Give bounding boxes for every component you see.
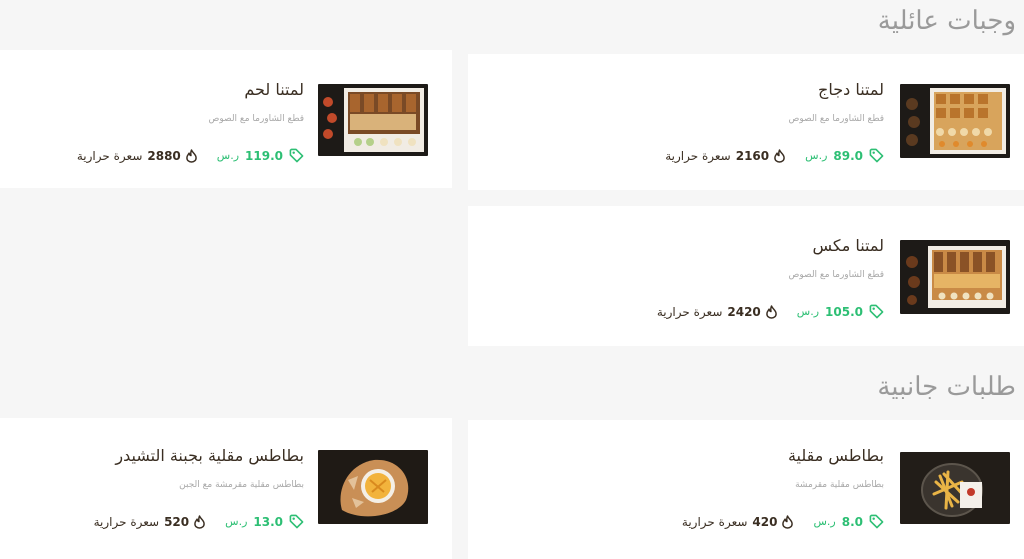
section-title-side-orders: طلبات جانبية <box>877 372 1016 402</box>
calories-group: 2420 سعرة حرارية <box>657 305 777 319</box>
calories-group: 420 سعرة حرارية <box>682 515 794 529</box>
item-price: 8.0 <box>841 514 863 529</box>
section-title-family-meals: وجبات عائلية <box>877 6 1016 36</box>
flame-icon <box>782 514 794 529</box>
item-meta: 105.0 ر.س 2420 سعرة حرارية <box>657 304 884 319</box>
currency-label: ر.س <box>813 515 836 528</box>
price-tag-icon <box>869 514 884 529</box>
calories-group: 2160 سعرة حرارية <box>665 149 785 163</box>
item-meta: 13.0 ر.س 520 سعرة حرارية <box>94 514 304 529</box>
price-group: 89.0 ر.س <box>805 148 884 163</box>
item-description: قطع الشاورما مع الصوص <box>208 114 304 124</box>
currency-label: ر.س <box>225 515 248 528</box>
flame-icon <box>194 514 205 529</box>
item-description: قطع الشاورما مع الصوص <box>788 270 884 280</box>
item-calories: 2160 <box>735 148 770 163</box>
menu-item-card[interactable]: بطاطس مقلية بجبنة التشيدر بطاطس مقلية مق… <box>0 418 452 559</box>
item-price: 89.0 <box>833 148 863 163</box>
flame-icon <box>765 304 777 319</box>
price-tag-icon <box>869 148 884 163</box>
item-description: بطاطس مقلية مقرمشة <box>795 480 884 490</box>
item-name: لمتنا مكس <box>812 236 884 255</box>
item-name: بطاطس مقلية بجبنة التشيدر <box>115 446 304 465</box>
item-description: بطاطس مقلية مقرمشة مع الجبن <box>179 480 304 490</box>
item-image <box>318 84 428 156</box>
price-group: 13.0 ر.س <box>225 514 304 529</box>
flame-icon <box>774 148 785 163</box>
price-group: 105.0 ر.س <box>797 304 884 319</box>
flame-icon <box>185 148 197 163</box>
menu-item-card[interactable]: لمتنا لحم قطع الشاورما مع الصوص 119.0 ر.… <box>0 50 452 188</box>
price-group: 8.0 ر.س <box>813 514 884 529</box>
menu-item-card[interactable]: بطاطس مقلية بطاطس مقلية مقرمشة 8.0 ر.س 4… <box>468 420 1024 559</box>
calories-group: 2880 سعرة حرارية <box>77 149 197 163</box>
item-image <box>318 450 428 524</box>
calories-label: سعرة حرارية <box>76 148 143 163</box>
price-tag-icon <box>869 304 884 319</box>
menu-item-card[interactable]: لمتنا دجاج قطع الشاورما مع الصوص 89.0 ر.… <box>468 54 1024 190</box>
item-calories: 520 <box>164 514 190 529</box>
item-image <box>900 84 1010 158</box>
item-image <box>900 240 1010 314</box>
item-name: لمتنا لحم <box>244 80 304 99</box>
item-calories: 2880 <box>147 148 181 163</box>
item-meta: 119.0 ر.س 2880 سعرة حرارية <box>77 148 304 163</box>
item-meta: 89.0 ر.س 2160 سعرة حرارية <box>665 148 884 163</box>
price-tag-icon <box>289 148 304 163</box>
menu-item-card[interactable]: لمتنا مكس قطع الشاورما مع الصوص 105.0 ر.… <box>468 206 1024 346</box>
calories-label: سعرة حرارية <box>93 514 160 529</box>
item-name: لمتنا دجاج <box>818 80 884 99</box>
item-name: بطاطس مقلية <box>787 446 884 465</box>
currency-label: ر.س <box>805 149 828 162</box>
price-tag-icon <box>289 514 304 529</box>
calories-label: سعرة حرارية <box>665 148 731 163</box>
item-price: 119.0 <box>245 148 283 163</box>
item-meta: 8.0 ر.س 420 سعرة حرارية <box>682 514 884 529</box>
item-description: قطع الشاورما مع الصوص <box>788 114 884 124</box>
price-group: 119.0 ر.س <box>217 148 304 163</box>
calories-group: 520 سعرة حرارية <box>94 515 206 529</box>
currency-label: ر.س <box>796 305 820 318</box>
calories-label: سعرة حرارية <box>681 514 748 529</box>
currency-label: ر.س <box>216 149 240 162</box>
item-image <box>900 452 1010 524</box>
item-price: 13.0 <box>253 514 283 529</box>
item-calories: 420 <box>752 514 778 529</box>
calories-label: سعرة حرارية <box>656 304 723 319</box>
item-calories: 2420 <box>727 304 761 319</box>
item-price: 105.0 <box>825 304 863 319</box>
